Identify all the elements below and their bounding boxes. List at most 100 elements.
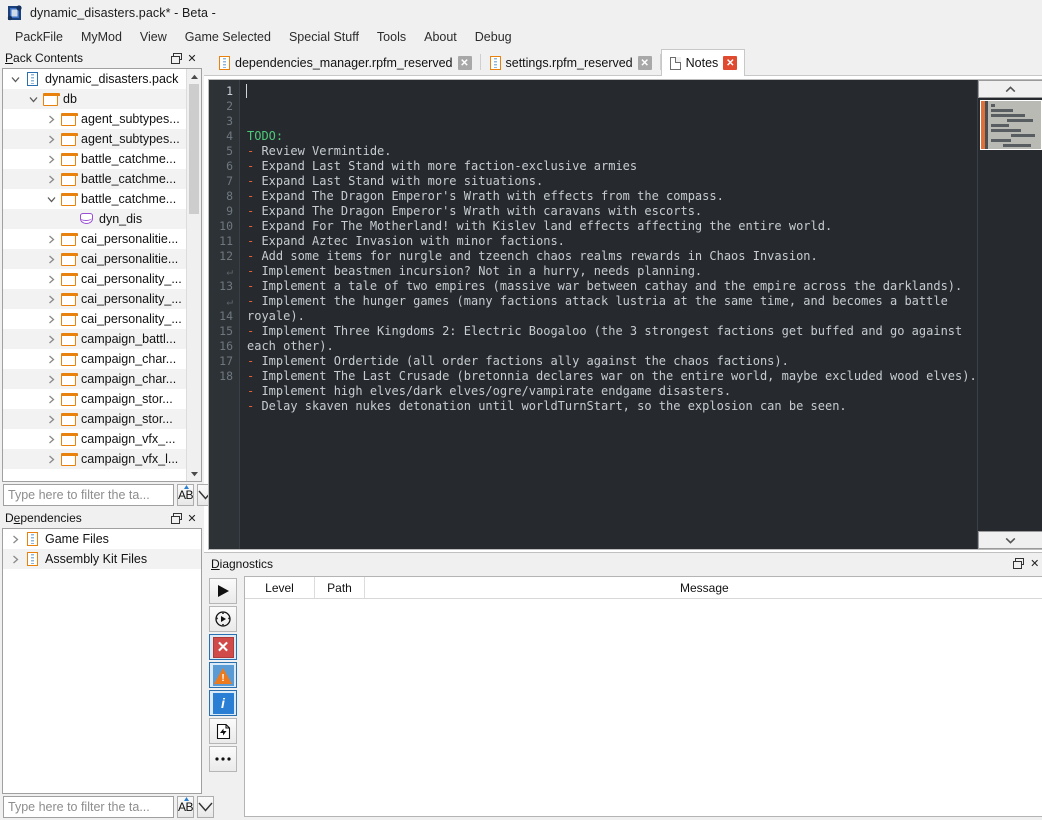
pack-contents-tree[interactable]: dynamic_disasters.pack db agent_subtypes..… — [3, 69, 186, 481]
filter-info-button[interactable]: i — [209, 690, 237, 716]
editor-tab-1[interactable]: dependencies_manager.rpfm_reserved ✕ — [210, 50, 480, 75]
tree-expander[interactable] — [43, 435, 59, 444]
pack-contents-close-button[interactable]: ✕ — [184, 50, 200, 66]
show-outdated-button[interactable] — [209, 718, 237, 744]
pack-tree-item[interactable]: cai_personality_... — [3, 289, 186, 309]
tree-expander[interactable] — [25, 95, 41, 104]
tree-expander[interactable] — [7, 75, 23, 84]
pack-tree-item[interactable]: dyn_dis — [3, 209, 186, 229]
tree-expander[interactable] — [43, 235, 59, 244]
pack-tree-item[interactable]: campaign_stor... — [3, 409, 186, 429]
menu-view[interactable]: View — [131, 28, 176, 46]
pack-tree-item[interactable]: cai_personalitie... — [3, 249, 186, 269]
dependencies-filter-input[interactable] — [3, 796, 174, 818]
scrollbar-thumb[interactable] — [189, 84, 199, 214]
pack-tree-item[interactable]: cai_personality_... — [3, 309, 186, 329]
editor-code-content[interactable]: TODO: - Review Vermintide. - Expand Last S… — [241, 80, 977, 549]
pack-tree-item[interactable]: dynamic_disasters.pack — [3, 69, 186, 89]
bullet-dash: - — [247, 174, 262, 188]
dependencies-float-button[interactable] — [168, 510, 184, 526]
dependencies-tree-item[interactable]: Assembly Kit Files — [3, 549, 201, 569]
tree-expander[interactable] — [43, 255, 59, 264]
dependencies-close-button[interactable]: ✕ — [184, 510, 200, 526]
editor-scroll-column[interactable] — [976, 80, 1042, 549]
pack-contents-float-button[interactable] — [168, 50, 184, 66]
bullet-dash: - — [247, 369, 262, 383]
pack-tree-item[interactable]: campaign_vfx_... — [3, 429, 186, 449]
tree-expander[interactable] — [43, 135, 59, 144]
editor-tab-close-button[interactable]: ✕ — [637, 56, 652, 70]
tree-expander[interactable] — [43, 175, 59, 184]
tree-expander[interactable] — [43, 115, 59, 124]
diagnostics-close-button[interactable]: ✕ — [1027, 556, 1042, 572]
menu-packfile[interactable]: PackFile — [6, 28, 72, 46]
pack-tree-item[interactable]: db — [3, 89, 186, 109]
column-header-message[interactable]: Message — [365, 577, 1042, 598]
pack-tree-item[interactable]: battle_catchme... — [3, 189, 186, 209]
tree-expander[interactable] — [7, 555, 23, 564]
editor-scroll-up-button[interactable] — [977, 80, 1042, 98]
diagnostics-title: Diagnostics — [211, 556, 274, 571]
code-text: Expand The Dragon Emperor's Wrath with e… — [261, 189, 724, 203]
column-header-path[interactable]: Path — [315, 577, 365, 598]
pack-tree-item[interactable]: campaign_vfx_l... — [3, 449, 186, 469]
editor-tab-close-button[interactable]: ✕ — [457, 56, 472, 70]
menu-game-selected[interactable]: Game Selected — [176, 28, 280, 46]
pack-contents-case-sensitive-button[interactable]: AB — [177, 484, 195, 506]
tree-expander[interactable] — [43, 295, 59, 304]
tree-expander[interactable] — [43, 315, 59, 324]
menu-tools[interactable]: Tools — [368, 28, 415, 46]
filter-warnings-button[interactable] — [209, 662, 237, 688]
diagnostics-table-rows[interactable] — [245, 599, 1042, 816]
tree-expander[interactable] — [7, 535, 23, 544]
column-header-level[interactable]: Level — [245, 577, 315, 598]
more-options-button[interactable] — [209, 746, 237, 772]
editor-tab-3[interactable]: Notes ✕ — [660, 49, 746, 76]
pack-tree-item[interactable]: campaign_char... — [3, 349, 186, 369]
pack-tree-item[interactable]: battle_catchme... — [3, 149, 186, 169]
dependencies-case-sensitive-button[interactable]: AB — [177, 796, 195, 818]
run-diagnostics-button[interactable] — [209, 578, 237, 604]
dependencies-tree-item[interactable]: Game Files — [3, 529, 201, 549]
menu-about[interactable]: About — [415, 28, 466, 46]
pack-contents-filter-input[interactable] — [3, 484, 174, 506]
pack-tree-item[interactable]: cai_personalitie... — [3, 229, 186, 249]
tree-expander[interactable] — [43, 375, 59, 384]
editor-tab-close-button[interactable]: ✕ — [723, 56, 738, 70]
scrollbar-track[interactable] — [187, 84, 201, 466]
dependencies-tree[interactable]: Game Files Assembly Kit Files — [3, 529, 201, 569]
editor-scroll-down-button[interactable] — [977, 531, 1042, 549]
dependencies-filter-options-button[interactable] — [197, 796, 215, 818]
pack-tree-item[interactable]: battle_catchme... — [3, 169, 186, 189]
diagnostics-float-button[interactable] — [1011, 556, 1027, 572]
pack-tree-item[interactable]: campaign_battl... — [3, 329, 186, 349]
pack-tree-item[interactable]: agent_subtypes... — [3, 129, 186, 149]
tree-expander[interactable] — [43, 455, 59, 464]
code-text: Implement The Last Crusade (bretonnia de… — [261, 369, 977, 383]
editor-minimap-zone[interactable] — [977, 98, 1042, 531]
filter-errors-button[interactable]: ✕ — [209, 634, 237, 660]
pack-tree-item[interactable]: campaign_char... — [3, 369, 186, 389]
tree-expander[interactable] — [43, 395, 59, 404]
menu-debug[interactable]: Debug — [466, 28, 521, 46]
editor-tab-2[interactable]: settings.rpfm_reserved ✕ — [480, 50, 660, 75]
menu-mymod[interactable]: MyMod — [72, 28, 131, 46]
pack-file-icon — [219, 56, 230, 70]
tree-expander[interactable] — [43, 355, 59, 364]
tree-expander[interactable] — [43, 415, 59, 424]
tree-expander[interactable] — [43, 195, 59, 204]
scroll-down-button[interactable] — [187, 466, 201, 481]
tree-expander[interactable] — [43, 275, 59, 284]
notes-editor[interactable]: 1 2 3 4 5 6 7 8 9 10 11 12 ↵ 13 ↵ 14 15 16 17 18 TODO: - Rev… — [208, 79, 1042, 550]
pack-contents-scrollbar[interactable] — [186, 69, 201, 481]
menu-special-stuff[interactable]: Special Stuff — [280, 28, 368, 46]
pack-tree-item[interactable]: campaign_stor... — [3, 389, 186, 409]
scroll-up-button[interactable] — [187, 69, 201, 84]
tree-expander[interactable] — [43, 155, 59, 164]
run-settings-button[interactable] — [209, 606, 237, 632]
pack-tree-item[interactable]: cai_personality_... — [3, 269, 186, 289]
pack-tree-item[interactable]: agent_subtypes... — [3, 109, 186, 129]
chevron-right-icon — [48, 175, 54, 183]
editor-minimap[interactable] — [979, 100, 1042, 150]
tree-expander[interactable] — [43, 335, 59, 344]
